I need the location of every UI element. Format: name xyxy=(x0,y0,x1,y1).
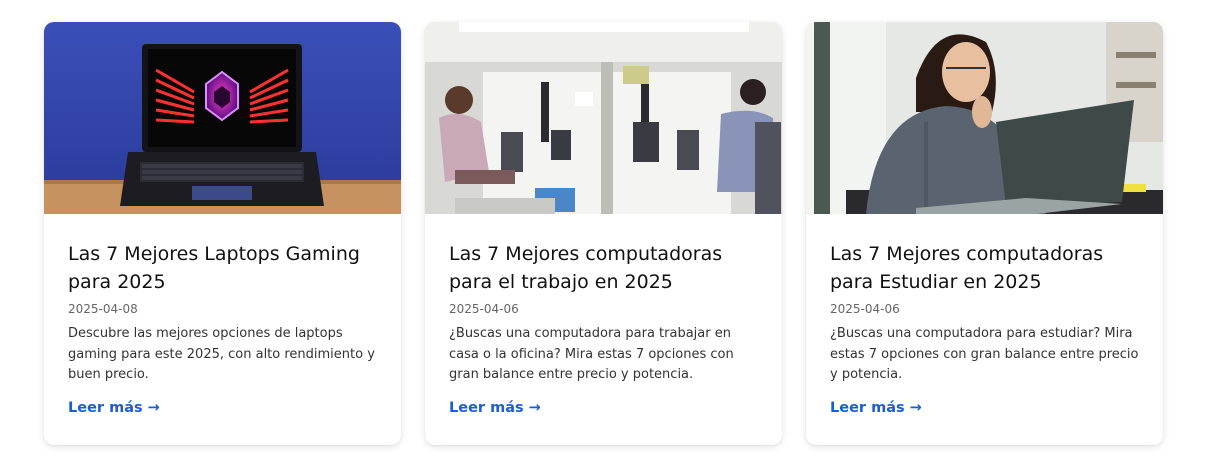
read-more-link[interactable]: Leer más → xyxy=(449,400,541,416)
post-title[interactable]: Las 7 Mejores computadoras para Estudiar… xyxy=(830,240,1139,296)
blog-card-work-computers[interactable]: Las 7 Mejores computadoras para el traba… xyxy=(425,22,782,445)
post-date: 2025-04-06 xyxy=(449,302,519,316)
blog-card-gaming-laptops[interactable]: Las 7 Mejores Laptops Gaming para 2025 2… xyxy=(44,22,401,445)
blog-card-grid: Las 7 Mejores Laptops Gaming para 2025 2… xyxy=(44,22,1163,445)
blog-card-study-computers[interactable]: Las 7 Mejores computadoras para Estudiar… xyxy=(806,22,1163,445)
post-title[interactable]: Las 7 Mejores Laptops Gaming para 2025 xyxy=(68,240,377,296)
read-more-link[interactable]: Leer más → xyxy=(830,400,922,416)
post-excerpt: ¿Buscas una computadora para trabajar en… xyxy=(449,326,734,382)
post-excerpt: Descubre las mejores opciones de laptops… xyxy=(68,326,375,382)
read-more-link[interactable]: Leer más → xyxy=(68,400,160,416)
post-title[interactable]: Las 7 Mejores computadoras para el traba… xyxy=(449,240,758,296)
post-date: 2025-04-08 xyxy=(68,302,138,316)
post-excerpt: ¿Buscas una computadora para estudiar? M… xyxy=(830,326,1139,382)
office-workers-image[interactable] xyxy=(425,22,782,214)
post-date: 2025-04-06 xyxy=(830,302,900,316)
student-laptop-image[interactable] xyxy=(806,22,1163,214)
gaming-laptop-image[interactable] xyxy=(44,22,401,214)
